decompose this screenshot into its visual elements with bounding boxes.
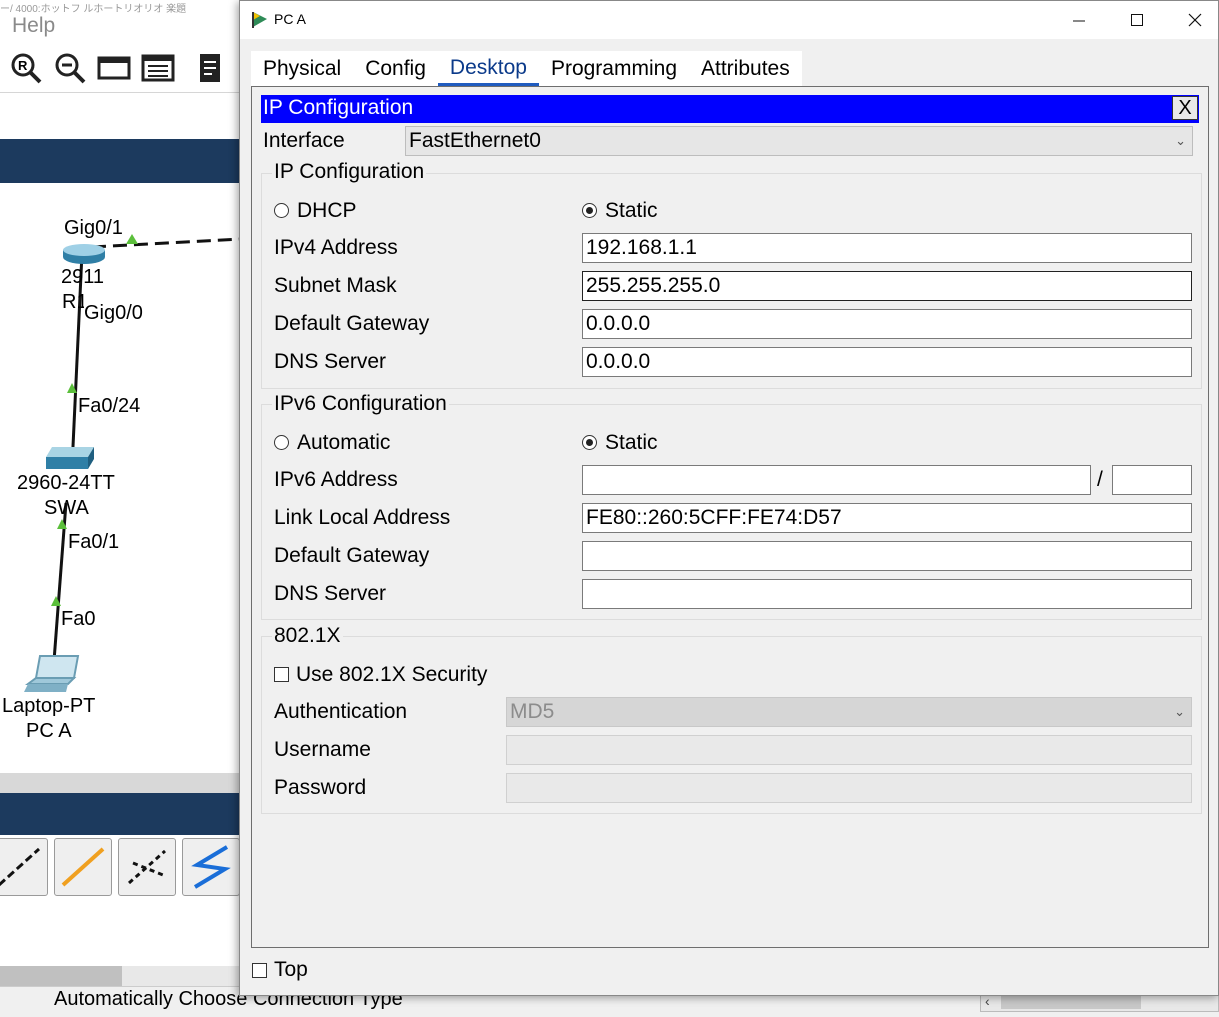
tab-physical[interactable]: Physical [251, 51, 353, 86]
laptop-icon[interactable] [22, 654, 82, 699]
ipv6-section-title: IPv6 Configuration [272, 392, 449, 416]
prefix-separator: / [1097, 468, 1103, 491]
window-icon[interactable] [96, 50, 132, 86]
ipv6-static-radio[interactable] [582, 435, 597, 450]
username-input[interactable] [506, 735, 1192, 765]
use-8021x-label: Use 802.1X Security [296, 663, 488, 686]
link-local-input[interactable]: FE80::260:5CFF:FE74:D57 [582, 503, 1192, 533]
ip-config-title: IP Configuration [263, 96, 414, 119]
tab-desktop[interactable]: Desktop [437, 51, 539, 86]
menu-help[interactable]: Help [12, 14, 55, 38]
ipv4-dns-input[interactable]: 0.0.0.0 [582, 347, 1192, 377]
pc-a-window: PC A Physical Config Desktop Programming… [239, 0, 1219, 996]
background-title-fragment: ー/ 4000:ホットフ ルホートリオリオ 楽題 [0, 4, 187, 15]
console-link-icon[interactable] [0, 838, 48, 896]
ipv6-dns-input[interactable] [582, 579, 1192, 609]
list-view-icon[interactable] [140, 50, 176, 86]
dot1x-section-title: 802.1X [272, 624, 343, 648]
authentication-select[interactable]: MD5 ⌄ [506, 697, 1192, 727]
ipv6-address-input[interactable] [582, 465, 1091, 495]
desktop-content: IP Configuration X Interface FastEtherne… [251, 86, 1209, 948]
maximize-button[interactable] [1108, 1, 1166, 39]
top-checkbox[interactable] [252, 963, 267, 978]
workspace-scrollbar[interactable] [0, 773, 240, 793]
tab-config[interactable]: Config [353, 51, 438, 86]
switch-port-bottom-label: Fa0/1 [68, 531, 120, 553]
router-model-label: 2911 [61, 266, 105, 288]
minimize-icon [1073, 20, 1085, 22]
subnet-mask-label: Subnet Mask [274, 274, 397, 297]
ipv6-gateway-input[interactable] [582, 541, 1192, 571]
interface-value: FastEthernet0 [409, 129, 541, 152]
serial-link-icon[interactable] [182, 838, 240, 896]
close-icon [1188, 13, 1202, 27]
top-label: Top [274, 958, 308, 981]
authentication-label: Authentication [274, 700, 408, 723]
ipv6-gateway-label: Default Gateway [274, 544, 430, 567]
dhcp-label: DHCP [297, 199, 357, 222]
status-scroll-thumb[interactable] [1001, 995, 1141, 1009]
tab-programming[interactable]: Programming [539, 51, 689, 86]
dhcp-radio[interactable] [274, 203, 289, 218]
ipv6-dns-label: DNS Server [274, 582, 387, 605]
ipv4-static-label: Static [605, 199, 658, 222]
subnet-mask-input[interactable]: 255.255.255.0 [582, 271, 1192, 301]
window-close-button[interactable] [1166, 1, 1219, 39]
switch-name-label: SWA [44, 497, 89, 519]
maximize-icon [1131, 14, 1143, 26]
router-port-top-label: Gig0/1 [64, 217, 123, 239]
interface-label: Interface [263, 129, 345, 152]
zoom-out-icon[interactable] [52, 50, 88, 86]
ipv6-prefix-input[interactable] [1112, 465, 1192, 495]
tab-attributes[interactable]: Attributes [689, 51, 802, 86]
laptop-port-label: Fa0 [61, 608, 96, 630]
ipv4-section-title: IP Configuration [272, 160, 427, 184]
router-port-bottom-label: Gig0/0 [84, 302, 143, 325]
window-title: PC A [274, 11, 306, 27]
workspace-header-band [0, 139, 240, 183]
use-8021x-checkbox[interactable] [274, 667, 289, 682]
ipv4-gateway-label: Default Gateway [274, 312, 430, 335]
bottom-header-band [0, 793, 240, 835]
password-label: Password [274, 776, 367, 799]
ip-config-close-button[interactable]: X [1172, 96, 1198, 120]
device-panel-scroll-thumb[interactable] [0, 966, 122, 986]
svg-text:R: R [18, 58, 28, 73]
ipv4-dns-label: DNS Server [274, 350, 387, 373]
main-toolbar: R [0, 44, 240, 93]
ipv4-address-label: IPv4 Address [274, 236, 398, 259]
ipv6-address-label: IPv6 Address [274, 468, 398, 491]
chevron-down-icon: ⌄ [1174, 704, 1185, 719]
window-titlebar[interactable]: PC A [240, 1, 1218, 39]
password-input[interactable] [506, 773, 1192, 803]
switch-port-top-label: Fa0/24 [78, 395, 141, 417]
link-local-label: Link Local Address [274, 506, 451, 529]
switch-model-label: 2960-24TT [17, 472, 115, 494]
ipv6-automatic-radio[interactable] [274, 435, 289, 450]
laptop-model-label: Laptop-PT [2, 695, 96, 717]
copper-cross-icon[interactable] [118, 838, 176, 896]
authentication-value: MD5 [510, 700, 555, 723]
ipv6-static-label: Static [605, 431, 658, 454]
ipv4-static-radio[interactable] [582, 203, 597, 218]
laptop-name-label: PC A [26, 720, 72, 742]
username-label: Username [274, 738, 371, 761]
tab-bar: Physical Config Desktop Programming Attr… [251, 51, 802, 86]
chevron-down-icon: ⌄ [1175, 133, 1186, 148]
interface-select[interactable]: FastEthernet0 ⌄ [405, 126, 1193, 156]
zoom-in-icon[interactable]: R [8, 50, 44, 86]
notes-icon[interactable] [192, 50, 228, 86]
ipv4-gateway-input[interactable]: 0.0.0.0 [582, 309, 1192, 339]
minimize-button[interactable] [1050, 1, 1108, 39]
copper-straight-icon[interactable] [54, 838, 112, 896]
ipv6-automatic-label: Automatic [297, 431, 391, 454]
ip-config-header: IP Configuration X [261, 95, 1199, 123]
app-icon [250, 10, 270, 35]
ipv4-address-input[interactable]: 192.168.1.1 [582, 233, 1192, 263]
